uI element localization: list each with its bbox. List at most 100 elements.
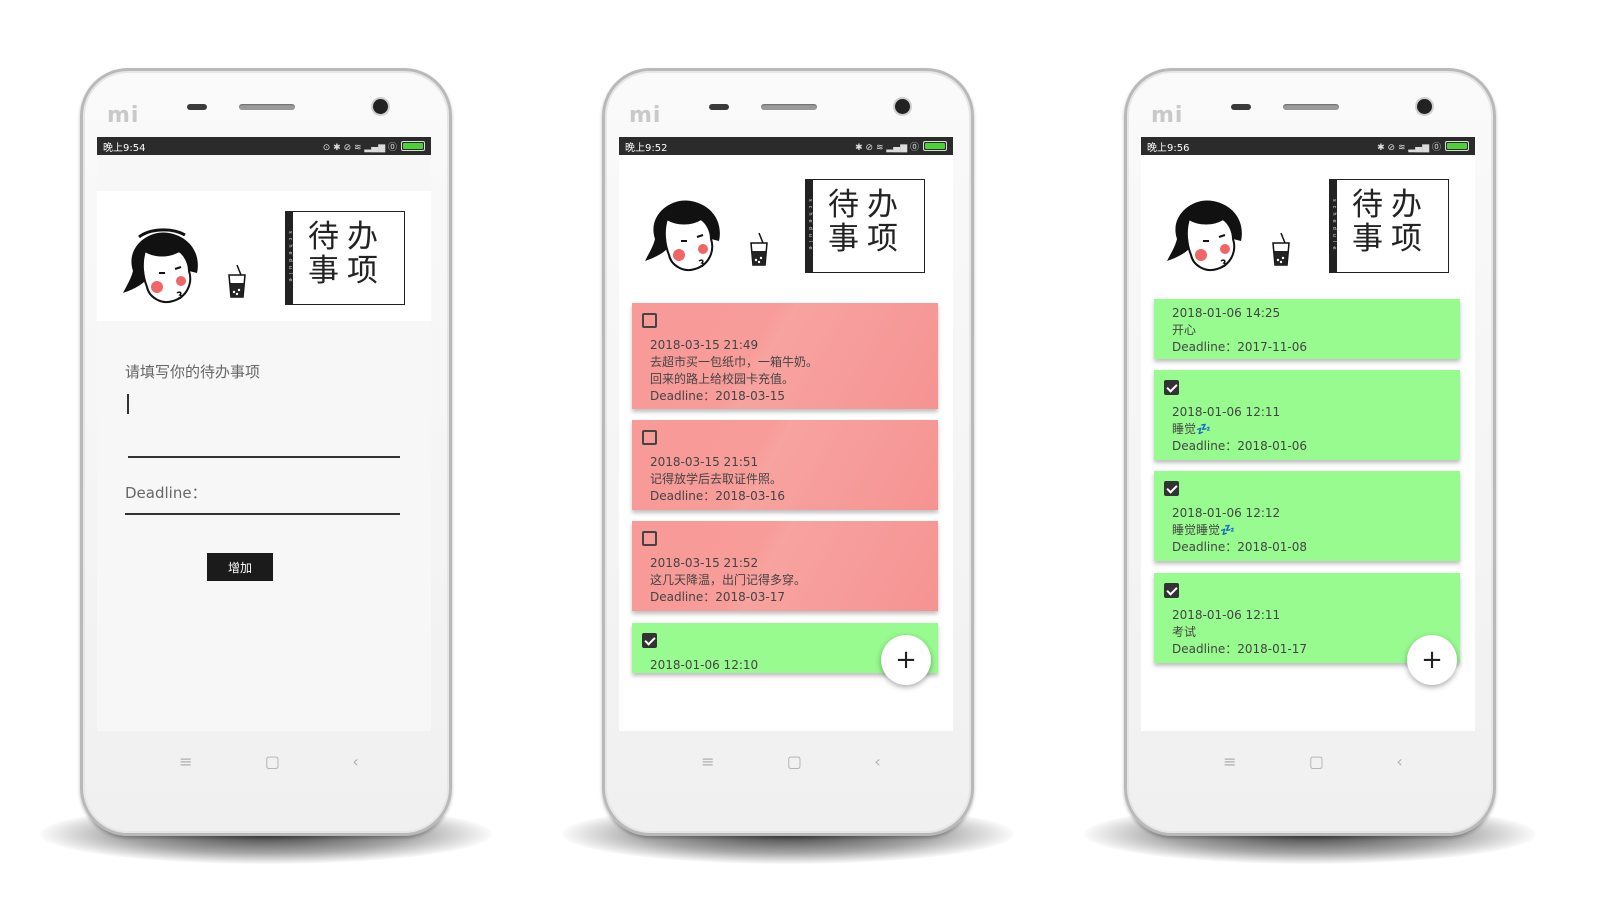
todo-text: 去超市买一包纸巾，一箱牛奶。 回来的路上给校园卡充值。	[650, 355, 819, 386]
earpiece-speaker	[761, 104, 817, 110]
app-title-line1: 待办	[1352, 187, 1430, 223]
todo-text: 这几天降温，出门记得多穿。	[650, 573, 807, 587]
home-nav-icon[interactable]: ▢	[265, 752, 280, 771]
todo-deadline: Deadline：2018-01-08	[1172, 540, 1307, 554]
deadline-input-underline[interactable]	[125, 513, 400, 515]
todo-text: 考试	[1172, 625, 1197, 639]
earpiece-speaker	[1283, 104, 1339, 110]
todo-deadline: Deadline：2018-03-17	[650, 590, 785, 604]
todo-created-time: 2018-01-06 12:11	[1172, 405, 1281, 419]
todo-checkbox[interactable]	[642, 531, 657, 546]
front-camera	[373, 99, 388, 114]
schedule-strip: schedule	[806, 180, 813, 272]
screen: 晚上9:56 ✱ ⊘ ≋ ▂▄▆ ⓪ schedule 待办 事项 2018-0…	[1141, 137, 1475, 731]
drink-cup-icon	[1272, 232, 1290, 266]
todo-deadline: Deadline：2018-03-16	[650, 489, 785, 503]
todo-created-time: 2018-03-15 21:49	[650, 338, 759, 352]
status-time: 晚上9:54	[103, 142, 146, 154]
status-icon-set: ✱ ⊘ ≋ ▂▄▆ ⓪	[855, 142, 919, 153]
todo-input-field[interactable]	[128, 456, 400, 458]
todo-checkbox-checked[interactable]	[642, 633, 657, 648]
todo-card[interactable]: 2018-03-15 21:51 记得放学后去取证件照。 Deadline：20…	[632, 420, 938, 510]
menu-nav-icon[interactable]: ≡	[179, 752, 192, 771]
phone-body: mi 晚上9:56 ✱ ⊘ ≋ ▂▄▆ ⓪ schedule 待办 事项 201…	[1124, 68, 1496, 836]
battery-icon	[923, 141, 947, 151]
app-title: 待办 事项	[308, 220, 398, 288]
app-title-line2: 事项	[308, 253, 386, 289]
battery-icon	[1445, 141, 1469, 151]
status-icons: ⊙ ✱ ⊘ ≋ ▂▄▆ ⓪	[323, 140, 425, 153]
app-title-line1: 待办	[308, 219, 386, 255]
girl-illustration-icon	[645, 200, 720, 271]
nav-bar: ≡ ▢ ‹	[83, 741, 455, 781]
todo-checkbox[interactable]	[642, 313, 657, 328]
todo-card[interactable]: 2018-03-15 21:49 去超市买一包纸巾，一箱牛奶。 回来的路上给校园…	[632, 303, 938, 409]
menu-nav-icon[interactable]: ≡	[701, 752, 714, 771]
todo-created-time: 2018-01-06 12:10	[650, 658, 759, 672]
todo-checkbox-checked[interactable]	[1164, 583, 1179, 598]
header-banner: schedule 待办 事项	[1141, 155, 1475, 285]
todo-card[interactable]: 2018-01-06 12:11 睡觉💤 Deadline：2018-01-06	[1154, 370, 1460, 460]
nav-bar: ≡ ▢ ‹	[605, 741, 977, 781]
proximity-sensor	[1231, 104, 1251, 110]
todo-created-time: 2018-01-06 12:11	[1172, 608, 1281, 622]
proximity-sensor	[187, 104, 207, 110]
earpiece-speaker	[239, 104, 295, 110]
status-bar: 晚上9:56 ✱ ⊘ ≋ ▂▄▆ ⓪	[1141, 137, 1475, 155]
status-icon-set: ✱ ⊘ ≋ ▂▄▆ ⓪	[1377, 142, 1441, 153]
drink-cup-icon	[750, 232, 768, 266]
todo-checkbox-checked[interactable]	[1164, 481, 1179, 496]
todo-checkbox[interactable]	[642, 430, 657, 445]
menu-nav-icon[interactable]: ≡	[1223, 752, 1236, 771]
header-banner: schedule 待办 事项	[97, 191, 431, 321]
phone-todo-list-pending: mi 晚上9:52 ✱ ⊘ ≋ ▂▄▆ ⓪ schedule 待办 事项 201…	[562, 68, 1014, 864]
home-nav-icon[interactable]: ▢	[1309, 752, 1324, 771]
add-button[interactable]: 增加	[207, 553, 273, 581]
app-title-line2: 事项	[1352, 221, 1430, 257]
schedule-title-box: schedule 待办 事项	[285, 211, 405, 305]
todo-deadline: Deadline：2018-01-06	[1172, 439, 1307, 453]
girl-illustration-icon	[1167, 200, 1242, 271]
phone-body: mi 晚上9:54 ⊙ ✱ ⊘ ≋ ▂▄▆ ⓪ schedule 待办 事项 请…	[80, 68, 452, 836]
front-camera	[895, 99, 910, 114]
todo-deadline: Deadline：2017-11-06	[1172, 340, 1307, 354]
text-cursor	[127, 394, 129, 414]
girl-illustration-icon	[123, 228, 198, 303]
front-camera	[1417, 99, 1432, 114]
phone-add-todo: mi 晚上9:54 ⊙ ✱ ⊘ ≋ ▂▄▆ ⓪ schedule 待办 事项 请…	[40, 68, 492, 864]
drink-cup-icon	[228, 264, 246, 298]
todo-text: 开心	[1172, 323, 1197, 337]
header-banner: schedule 待办 事项	[619, 155, 953, 285]
todo-card[interactable]: 2018-03-15 21:52 这几天降温，出门记得多穿。 Deadline：…	[632, 521, 938, 611]
back-nav-icon[interactable]: ‹	[352, 752, 358, 771]
todo-created-time: 2018-01-06 12:12	[1172, 506, 1281, 520]
app-title-line1: 待办	[828, 187, 906, 223]
todo-card[interactable]: 2018-01-06 12:12 睡觉睡觉💤 Deadline：2018-01-…	[1154, 471, 1460, 561]
status-bar: 晚上9:54 ⊙ ✱ ⊘ ≋ ▂▄▆ ⓪	[97, 137, 431, 155]
deadline-field-label[interactable]: Deadline：	[125, 482, 403, 503]
todo-created-time: 2018-03-15 21:51	[650, 455, 759, 469]
status-time: 晚上9:52	[625, 142, 668, 154]
todo-text: 睡觉睡觉💤	[1172, 523, 1235, 537]
status-time: 晚上9:56	[1147, 142, 1190, 154]
todo-deadline: Deadline：2018-03-15	[650, 389, 785, 403]
app-title-line2: 事项	[828, 221, 906, 257]
todo-card[interactable]: 2018-01-06 14:25 开心 Deadline：2017-11-06	[1154, 299, 1460, 359]
schedule-strip: schedule	[286, 212, 293, 304]
status-icon-set: ⊙ ✱ ⊘ ≋ ▂▄▆ ⓪	[322, 142, 397, 153]
todo-deadline: Deadline：2018-01-17	[1172, 642, 1307, 656]
todo-text: 睡觉💤	[1172, 422, 1211, 436]
add-todo-fab[interactable]: +	[1407, 635, 1457, 685]
app-title: 待办 事项	[828, 188, 918, 256]
mi-logo: mi	[629, 103, 662, 128]
home-nav-icon[interactable]: ▢	[787, 752, 802, 771]
todo-checkbox-checked[interactable]	[1164, 380, 1179, 395]
todo-created-time: 2018-03-15 21:52	[650, 556, 759, 570]
add-todo-fab[interactable]: +	[881, 635, 931, 685]
phone-todo-list-done: mi 晚上9:56 ✱ ⊘ ≋ ▂▄▆ ⓪ schedule 待办 事项 201…	[1084, 68, 1536, 864]
nav-bar: ≡ ▢ ‹	[1127, 741, 1499, 781]
status-icons: ✱ ⊘ ≋ ▂▄▆ ⓪	[855, 140, 947, 153]
screen: 晚上9:54 ⊙ ✱ ⊘ ≋ ▂▄▆ ⓪ schedule 待办 事项 请填写你…	[97, 137, 431, 731]
back-nav-icon[interactable]: ‹	[874, 752, 880, 771]
back-nav-icon[interactable]: ‹	[1396, 752, 1402, 771]
